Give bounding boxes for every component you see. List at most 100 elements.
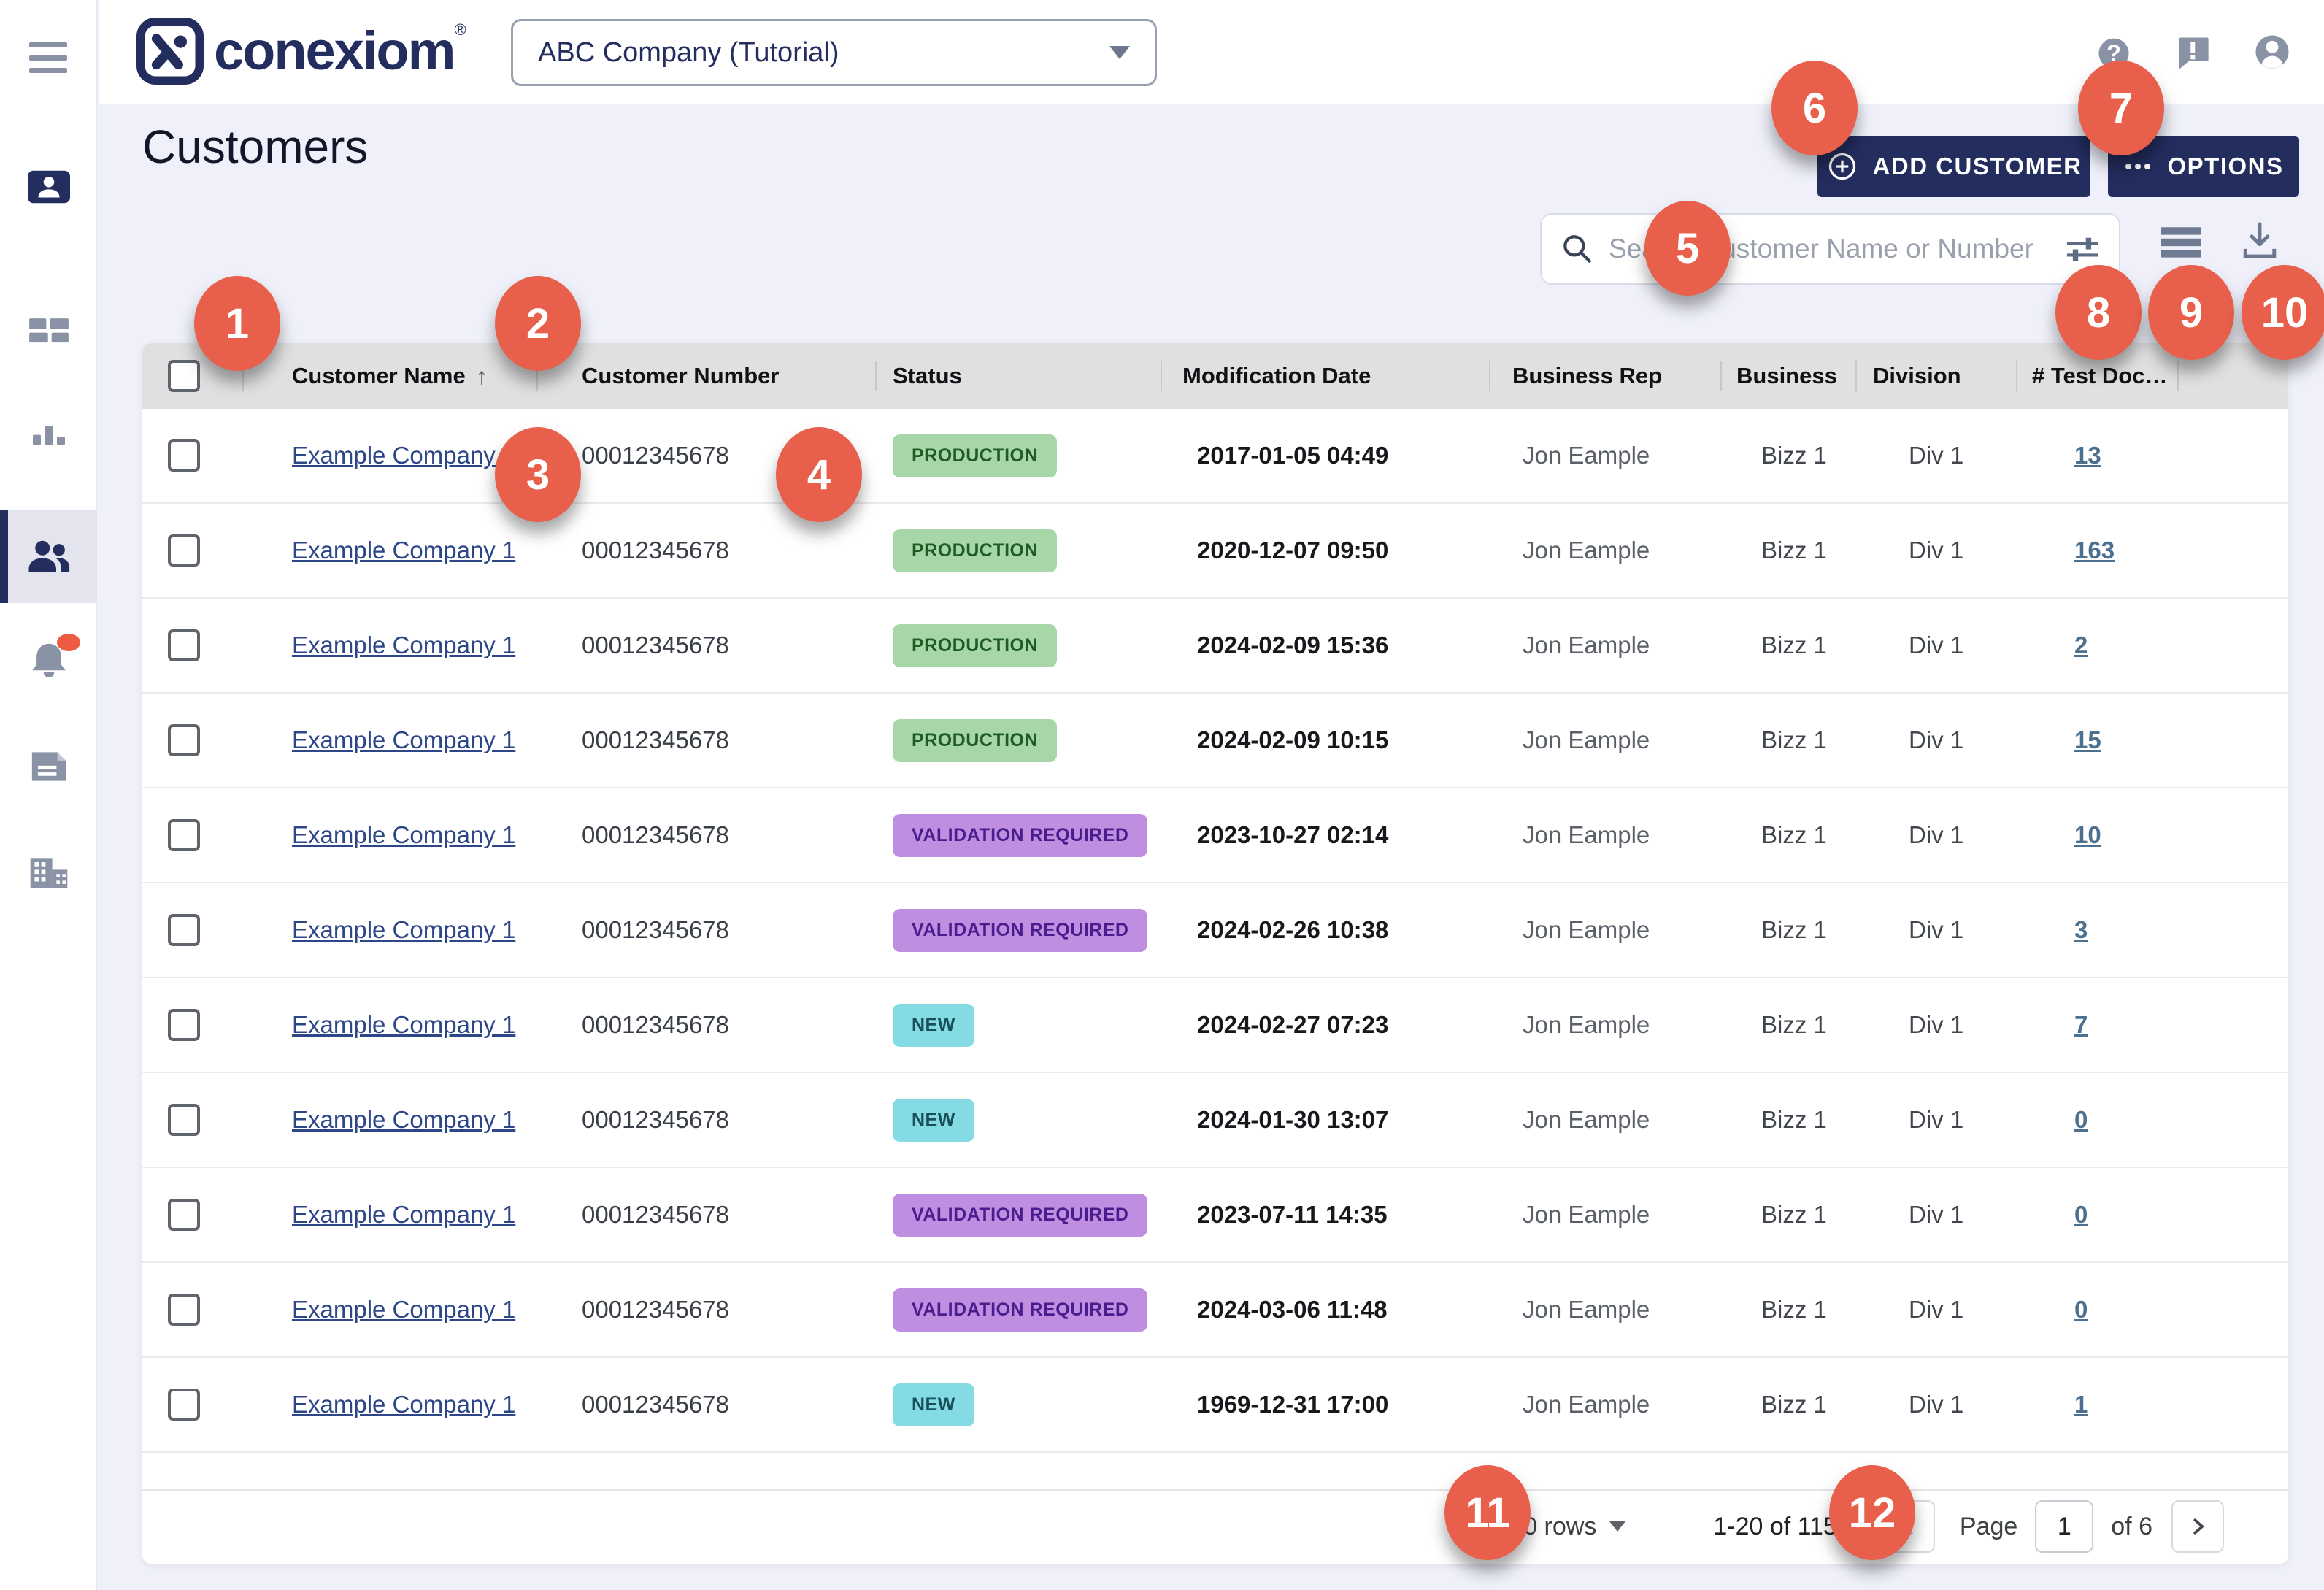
options-button[interactable]: OPTIONS — [2108, 136, 2299, 197]
status-badge: PRODUCTION — [893, 719, 1057, 762]
test-doc-count-link[interactable]: 10 — [2074, 821, 2101, 849]
row-checkbox[interactable] — [168, 1009, 200, 1041]
customer-name-link[interactable]: Example Company 1 — [292, 631, 515, 659]
customer-name-link[interactable]: Example Company 1 — [292, 1201, 515, 1229]
business-cell: Bizz 1 — [1720, 408, 1855, 503]
customer-number-cell: 00012345678 — [536, 1072, 875, 1167]
test-doc-count-link[interactable]: 7 — [2074, 1011, 2088, 1039]
filter-tune-icon[interactable] — [2065, 234, 2100, 264]
account-icon[interactable] — [2252, 32, 2292, 75]
column-header-customer-name[interactable]: Customer Name↑ — [242, 343, 536, 409]
sidebar-item-dashboard[interactable] — [0, 283, 97, 377]
business-rep-cell: Jon Eample — [1489, 1357, 1720, 1452]
select-all-checkbox[interactable] — [168, 360, 200, 392]
modification-date-cell: 2023-07-11 14:35 — [1161, 1167, 1489, 1262]
add-customer-button[interactable]: ADD CUSTOMER — [1817, 136, 2090, 197]
feedback-icon[interactable] — [2174, 33, 2212, 74]
row-checkbox[interactable] — [168, 724, 200, 756]
division-cell: Div 1 — [1855, 693, 2016, 788]
download-icon[interactable] — [2238, 219, 2282, 266]
sidebar-item-company[interactable] — [0, 826, 97, 920]
customers-table: Customer Name↑ Customer Number Status Mo… — [142, 343, 2288, 1564]
test-doc-count-link[interactable]: 3 — [2074, 916, 2088, 944]
business-cell: Bizz 1 — [1720, 1167, 1855, 1262]
topbar: conexiom ® ABC Company (Tutorial) ? — [99, 0, 2324, 104]
test-doc-count-link[interactable]: 0 — [2074, 1106, 2088, 1134]
registered-mark: ® — [454, 20, 466, 39]
test-doc-count-link[interactable]: 1 — [2074, 1391, 2088, 1418]
row-checkbox[interactable] — [168, 1389, 200, 1421]
customer-number-cell: 00012345678 — [536, 1167, 875, 1262]
row-checkbox[interactable] — [168, 914, 200, 946]
sidebar-item-documents[interactable] — [0, 720, 97, 813]
customer-name-link[interactable]: Example Company 1 — [292, 537, 515, 564]
company-selector[interactable]: ABC Company (Tutorial) — [511, 19, 1157, 86]
row-checkbox[interactable] — [168, 534, 200, 567]
page-input[interactable] — [2035, 1500, 2093, 1553]
column-header-status[interactable]: Status — [875, 343, 1161, 409]
svg-text:?: ? — [2106, 40, 2121, 66]
test-doc-count-link[interactable]: 2 — [2074, 631, 2088, 659]
test-doc-count-link[interactable]: 15 — [2074, 726, 2101, 754]
modification-date-cell: 2024-02-09 10:15 — [1161, 693, 1489, 788]
customer-number-cell: 00012345678 — [536, 1357, 875, 1452]
business-cell: Bizz 1 — [1720, 1072, 1855, 1167]
customer-number-cell: 00012345678 — [536, 408, 875, 503]
rows-per-page-select[interactable]: 20 rows — [1509, 1513, 1625, 1541]
column-header-business-rep[interactable]: Business Rep — [1489, 343, 1720, 409]
total-pages-label: of 6 — [2111, 1513, 2152, 1541]
company-selector-value: ABC Company (Tutorial) — [538, 37, 1109, 69]
table-row: Example Company 1 00012345678 NEW 1969-1… — [142, 1358, 2288, 1453]
column-header-modification-date[interactable]: Modification Date — [1161, 343, 1489, 409]
row-checkbox[interactable] — [168, 1199, 200, 1231]
customer-name-link[interactable]: Example Company 1 — [292, 1391, 515, 1418]
help-icon[interactable]: ? — [2095, 33, 2133, 74]
test-doc-count-link[interactable]: 13 — [2074, 442, 2101, 469]
customer-name-link[interactable]: Example Company 1 — [292, 1011, 515, 1039]
business-rep-cell: Jon Eample — [1489, 503, 1720, 598]
business-rep-cell: Jon Eample — [1489, 1167, 1720, 1262]
test-doc-count-link[interactable]: 0 — [2074, 1296, 2088, 1324]
customer-name-link[interactable]: Example Company 1 — [292, 1296, 515, 1324]
modification-date-cell: 2020-12-07 09:50 — [1161, 503, 1489, 598]
column-header-test-docs[interactable]: # Test Doc… — [2016, 343, 2177, 409]
bar-chart-icon — [29, 416, 69, 448]
row-checkbox[interactable] — [168, 1294, 200, 1326]
conexiom-logo-icon — [136, 18, 204, 88]
sidebar-item-reports[interactable] — [0, 385, 97, 479]
menu-icon[interactable] — [29, 42, 67, 73]
sidebar-item-customers[interactable] — [0, 510, 97, 603]
table-row: Example Company 1 00012345678 NEW 2024-0… — [142, 978, 2288, 1073]
row-checkbox[interactable] — [168, 819, 200, 851]
customer-name-link[interactable]: Example Company 1 — [292, 1106, 515, 1134]
next-page-button[interactable] — [2171, 1500, 2224, 1553]
customer-name-link[interactable]: Example Company 1 — [292, 916, 515, 944]
division-cell: Div 1 — [1855, 788, 2016, 883]
test-doc-count-link[interactable]: 163 — [2074, 537, 2115, 564]
business-rep-cell: Jon Eample — [1489, 1072, 1720, 1167]
modification-date-cell: 2024-02-09 15:36 — [1161, 598, 1489, 693]
test-doc-count-link[interactable]: 0 — [2074, 1201, 2088, 1229]
column-header-business[interactable]: Business — [1720, 343, 1855, 409]
business-rep-cell: Jon Eample — [1489, 693, 1720, 788]
customer-name-link[interactable]: Example Company 1 — [292, 726, 515, 754]
notification-dot — [57, 634, 80, 651]
column-header-division[interactable]: Division — [1855, 343, 2016, 409]
sidebar-item-notifications[interactable] — [0, 613, 97, 707]
customer-number-cell: 00012345678 — [536, 503, 875, 598]
row-checkbox[interactable] — [168, 439, 200, 472]
row-checkbox[interactable] — [168, 1104, 200, 1136]
customer-name-link[interactable]: Example Company 1 — [292, 442, 515, 469]
search-input[interactable] — [1609, 234, 2050, 264]
column-header-customer-number[interactable]: Customer Number — [536, 343, 875, 409]
add-customer-label: ADD CUSTOMER — [1873, 153, 2082, 180]
customer-name-link[interactable]: Example Company 1 — [292, 821, 515, 849]
previous-page-button[interactable] — [1882, 1500, 1935, 1553]
row-checkbox[interactable] — [168, 629, 200, 661]
row-density-icon[interactable] — [2161, 226, 2201, 262]
sidebar-item-contacts[interactable] — [0, 140, 97, 234]
table-row: Example Company 1 00012345678 VALIDATION… — [142, 1168, 2288, 1263]
customer-number-cell: 00012345678 — [536, 978, 875, 1072]
page-title: Customers — [142, 120, 368, 174]
business-cell: Bizz 1 — [1720, 503, 1855, 598]
